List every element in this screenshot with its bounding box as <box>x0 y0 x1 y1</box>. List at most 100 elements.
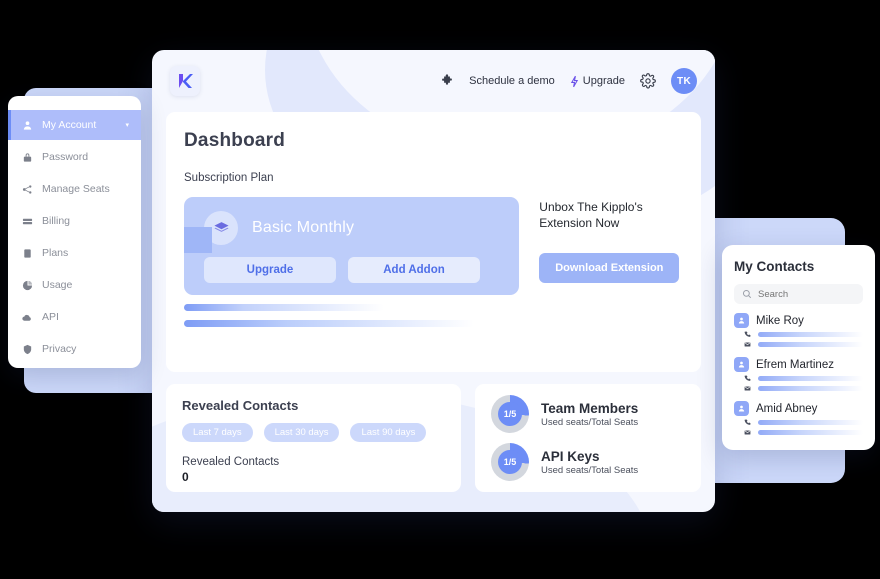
cloud-icon <box>21 312 33 323</box>
schedule-demo-link[interactable]: Schedule a demo <box>469 75 555 87</box>
page-title: Dashboard <box>184 130 286 151</box>
sidebar-item-usage[interactable]: Usage <box>8 270 141 300</box>
contact-email-placeholder <box>758 342 863 347</box>
chip-last-90-days[interactable]: Last 90 days <box>350 423 427 442</box>
sidebar-item-privacy[interactable]: Privacy <box>8 334 141 364</box>
plan-buttons: Upgrade Add Addon <box>184 245 519 283</box>
shield-icon <box>21 344 33 355</box>
contact-list-item[interactable]: Efrem Martinez <box>734 357 863 392</box>
download-extension-button[interactable]: Download Extension <box>539 253 680 284</box>
lock-icon <box>21 152 33 163</box>
contact-email-placeholder <box>758 386 863 391</box>
sidebar-label-manage-seats: Manage Seats <box>42 183 110 195</box>
sidebar-item-billing[interactable]: Billing <box>8 206 141 236</box>
stat-team-members: 1/5 Team Members Used seats/Total Seats <box>491 395 685 433</box>
sidebar-item-plans[interactable]: Plans <box>8 238 141 268</box>
sidebar-label-api: API <box>42 311 59 323</box>
kipplo-k-logo[interactable] <box>170 66 200 96</box>
envelope-icon <box>743 429 752 436</box>
gear-icon[interactable] <box>640 73 656 89</box>
api-keys-name: API Keys <box>541 448 600 464</box>
extension-promo: Unbox The Kipplo's Extension Now Downloa… <box>539 197 683 295</box>
phone-icon <box>743 375 752 382</box>
team-members-value: 1/5 <box>498 402 522 426</box>
dashboard-content-card: Dashboard Subscription Plan Basic Monthl… <box>166 112 701 372</box>
puzzle-piece-icon[interactable] <box>440 74 454 88</box>
avatar-initials: TK <box>677 75 691 87</box>
contact-name: Amid Abney <box>756 402 818 415</box>
contact-email-placeholder <box>758 430 863 435</box>
plan-accent-tab <box>184 227 212 253</box>
revealed-metric-label: Revealed Contacts <box>182 456 280 468</box>
contact-phone-placeholder <box>758 420 863 425</box>
placeholder-bar-2 <box>184 320 474 327</box>
contact-list-item[interactable]: Amid Abney <box>734 401 863 436</box>
sidebar-label-password: Password <box>42 151 89 163</box>
team-members-sub: Used seats/Total Seats <box>541 416 639 428</box>
sidebar-label-privacy: Privacy <box>42 343 77 355</box>
app-window: Schedule a demo Upgrade TK Dashboard Sub… <box>152 50 715 512</box>
sidebar-item-manage-seats[interactable]: Manage Seats <box>8 174 141 204</box>
envelope-icon <box>743 341 752 348</box>
lightning-bolt-icon <box>570 75 579 88</box>
revealed-metric-value: 0 <box>182 470 189 484</box>
header-actions: Schedule a demo Upgrade TK <box>440 68 697 94</box>
plan-header: Basic Monthly <box>184 197 519 245</box>
app-header: Schedule a demo Upgrade TK <box>152 50 715 112</box>
contact-phone-placeholder <box>758 332 863 337</box>
upgrade-button[interactable]: Upgrade <box>204 257 336 283</box>
phone-icon <box>743 419 752 426</box>
revealed-contacts-title: Revealed Contacts <box>182 398 299 413</box>
sidebar-label-plans: Plans <box>42 247 69 259</box>
sidebar: My Account ▾ Password Manage Seats Billi… <box>8 96 141 368</box>
contact-name: Mike Roy <box>756 314 804 327</box>
sidebar-label-billing: Billing <box>42 215 71 227</box>
promo-text: Unbox The Kipplo's Extension Now <box>539 200 643 231</box>
sidebar-item-api[interactable]: API <box>8 302 141 332</box>
stat-api-keys: 1/5 API Keys Used seats/Total Seats <box>491 443 685 481</box>
sidebar-item-password[interactable]: Password <box>8 142 141 172</box>
envelope-icon <box>743 385 752 392</box>
chevron-down-icon: ▾ <box>125 122 129 129</box>
contacts-search-input[interactable] <box>758 288 855 300</box>
sidebar-item-my-account[interactable]: My Account ▾ <box>8 110 141 140</box>
pie-chart-icon <box>21 280 33 291</box>
plan-row: Basic Monthly Upgrade Add Addon Unbox Th… <box>184 197 683 295</box>
seat-usage-card: 1/5 Team Members Used seats/Total Seats … <box>475 384 701 492</box>
sidebar-label-my-account: My Account <box>42 119 97 131</box>
contact-avatar-icon <box>734 357 749 372</box>
team-members-donut: 1/5 <box>491 395 529 433</box>
user-icon <box>21 120 33 131</box>
upgrade-link[interactable]: Upgrade <box>570 75 625 88</box>
api-keys-sub: Used seats/Total Seats <box>541 464 639 476</box>
chip-last-30-days[interactable]: Last 30 days <box>263 423 340 442</box>
subscription-plan-card: Basic Monthly Upgrade Add Addon <box>184 197 520 295</box>
search-icon <box>742 289 752 299</box>
subscription-plan-label: Subscription Plan <box>184 172 274 184</box>
placeholder-bar-1 <box>184 304 384 311</box>
phone-icon <box>743 331 752 338</box>
bottom-cards-row: Revealed Contacts Last 7 days Last 30 da… <box>166 384 701 492</box>
team-members-name: Team Members <box>541 400 639 416</box>
contacts-search-box[interactable] <box>734 284 863 304</box>
api-keys-donut: 1/5 <box>491 443 529 481</box>
revealed-contacts-card: Revealed Contacts Last 7 days Last 30 da… <box>166 384 461 492</box>
sidebar-label-usage: Usage <box>42 279 73 291</box>
add-addon-button[interactable]: Add Addon <box>348 257 480 283</box>
schedule-demo-label: Schedule a demo <box>469 75 555 87</box>
my-contacts-panel: My Contacts Mike Roy <box>722 245 875 450</box>
credit-card-icon <box>21 216 33 227</box>
date-range-chips: Last 7 days Last 30 days Last 90 days <box>182 423 445 442</box>
api-keys-value: 1/5 <box>498 450 522 474</box>
contact-avatar-icon <box>734 313 749 328</box>
contact-phone-placeholder <box>758 376 863 381</box>
avatar[interactable]: TK <box>671 68 697 94</box>
contact-avatar-icon <box>734 401 749 416</box>
plan-name: Basic Monthly <box>252 219 355 236</box>
document-icon <box>21 248 33 259</box>
screenshot-stage: Schedule a demo Upgrade TK Dashboard Sub… <box>0 0 880 579</box>
chip-last-7-days[interactable]: Last 7 days <box>182 423 253 442</box>
my-contacts-title: My Contacts <box>734 259 815 274</box>
contact-list-item[interactable]: Mike Roy <box>734 313 863 348</box>
contact-name: Efrem Martinez <box>756 358 834 371</box>
